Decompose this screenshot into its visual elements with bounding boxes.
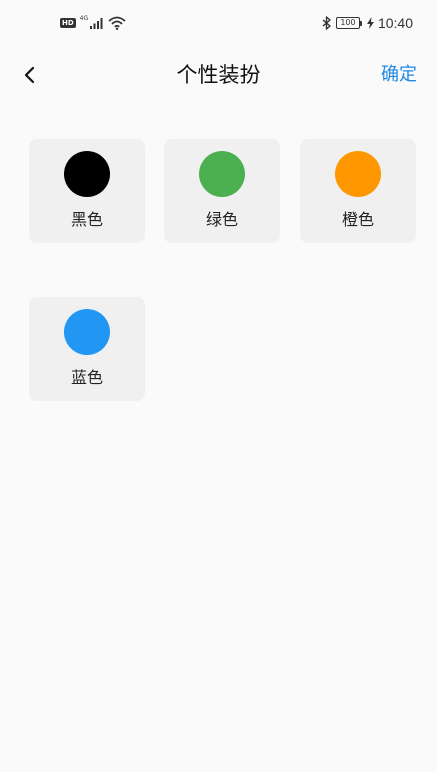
hd-icon: HD bbox=[60, 18, 76, 28]
wifi-icon bbox=[108, 16, 126, 30]
theme-card-orange[interactable]: 橙色 bbox=[300, 139, 416, 243]
page-title: 个性装扮 bbox=[176, 63, 261, 87]
bluetooth-icon bbox=[322, 16, 331, 30]
status-left: HD 4G bbox=[60, 14, 126, 32]
theme-label-green: 绿色 bbox=[205, 210, 238, 229]
color-swatch-green bbox=[199, 151, 245, 197]
color-swatch-orange bbox=[335, 151, 381, 197]
theme-label-black: 黑色 bbox=[70, 210, 103, 229]
theme-card-green[interactable]: 绿色 bbox=[164, 139, 280, 243]
confirm-button[interactable]: 确定 bbox=[381, 60, 417, 90]
status-right: 100 10:40 bbox=[322, 14, 413, 32]
color-swatch-black bbox=[64, 151, 110, 197]
charging-icon bbox=[366, 17, 374, 29]
color-swatch-blue bbox=[64, 309, 110, 355]
screen: HD 4G 100 10:40 个性装扮 确定 黑色 绿色 橙色 蓝色 bbox=[0, 0, 437, 772]
battery-level: 100 bbox=[340, 18, 356, 27]
theme-card-black[interactable]: 黑色 bbox=[29, 139, 145, 243]
theme-label-blue: 蓝色 bbox=[70, 368, 103, 387]
battery-icon: 100 bbox=[335, 17, 362, 29]
theme-label-orange: 橙色 bbox=[341, 210, 374, 229]
title-bar: 个性装扮 确定 bbox=[0, 48, 437, 102]
status-bar: HD 4G 100 10:40 bbox=[0, 0, 437, 44]
signal-icon bbox=[90, 18, 103, 29]
theme-card-blue[interactable]: 蓝色 bbox=[29, 297, 145, 401]
clock: 10:40 bbox=[377, 15, 413, 31]
network-label: 4G bbox=[79, 15, 89, 22]
